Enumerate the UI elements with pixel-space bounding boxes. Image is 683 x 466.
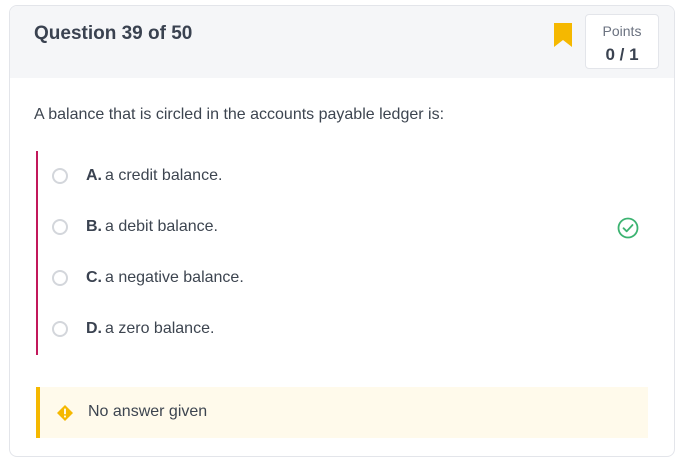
check-circle-icon — [617, 217, 639, 239]
warning-diamond-icon — [57, 405, 73, 421]
answer-options: A. a credit balance. B. a debit balance. C… — [36, 151, 650, 355]
no-answer-notice: No answer given — [36, 387, 648, 438]
option-c-letter: C. — [86, 269, 102, 286]
question-number-title: Question 39 of 50 — [34, 23, 193, 44]
option-b[interactable]: B. a debit balance. — [38, 204, 650, 255]
bookmark-icon[interactable] — [553, 22, 573, 48]
option-c[interactable]: C. a negative balance. — [38, 255, 650, 306]
option-d[interactable]: D. a zero balance. — [38, 306, 650, 357]
points-label: Points — [602, 23, 642, 39]
option-c-label: a negative balance. — [105, 269, 244, 286]
option-a[interactable]: A. a credit balance. — [38, 153, 650, 204]
option-b-letter: B. — [86, 218, 102, 235]
option-d-letter: D. — [86, 320, 102, 337]
option-b-label: a debit balance. — [105, 218, 218, 235]
option-c-radio[interactable] — [52, 270, 68, 286]
question-card: Question 39 of 50 Points 0 / 1 A balance… — [9, 5, 675, 457]
option-d-radio[interactable] — [52, 321, 68, 337]
points-value: 0 / 1 — [605, 45, 639, 64]
option-b-radio[interactable] — [52, 219, 68, 235]
option-a-letter: A. — [86, 167, 102, 184]
points-box: Points 0 / 1 — [585, 14, 659, 69]
option-a-label: a credit balance. — [105, 167, 223, 184]
option-a-radio[interactable] — [52, 168, 68, 184]
question-text: A balance that is circled in the account… — [34, 106, 445, 123]
notice-message: No answer given — [88, 403, 208, 420]
question-header: Question 39 of 50 Points 0 / 1 — [10, 6, 674, 78]
option-d-label: a zero balance. — [105, 320, 215, 337]
